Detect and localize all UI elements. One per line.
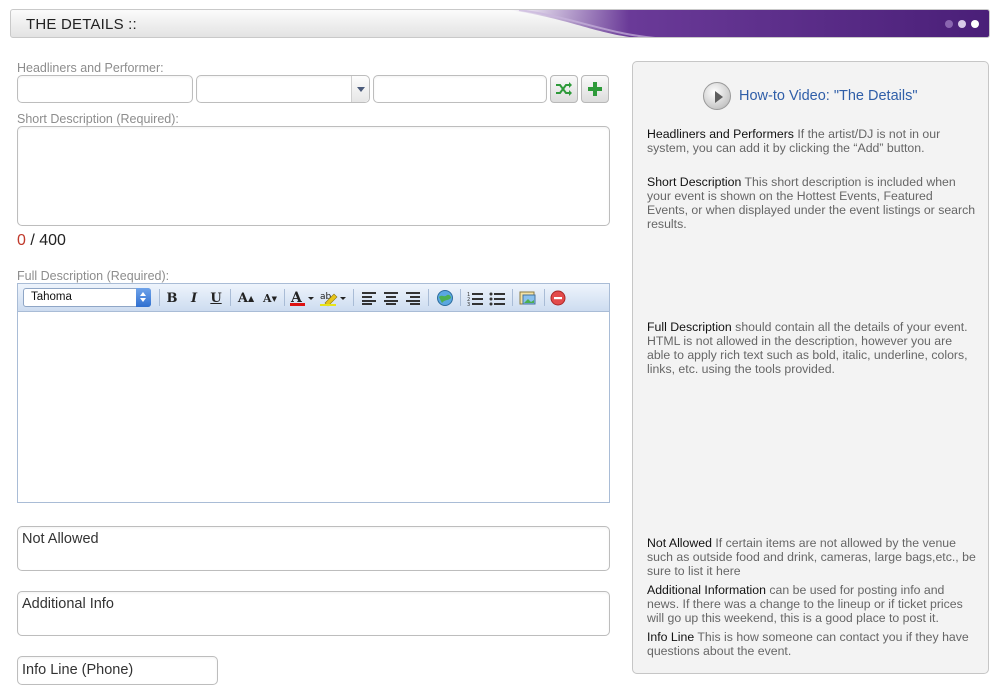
dot-indicator	[971, 20, 979, 28]
not-allowed-placeholder: Not Allowed	[22, 531, 99, 547]
counter-current: 0	[17, 232, 26, 249]
font-family-value: Tahoma	[31, 291, 72, 303]
counter-max: 400	[39, 232, 66, 249]
full-description-textarea[interactable]	[18, 312, 609, 502]
play-icon	[703, 82, 731, 110]
highlight-icon[interactable]: ab	[319, 289, 347, 307]
help-term: Short Description	[647, 175, 742, 189]
additional-info-textarea[interactable]: Additional Info	[17, 591, 610, 636]
help-headliners: Headliners and Performers If the artist/…	[647, 127, 977, 155]
help-term: Not Allowed	[647, 536, 712, 550]
counter-separator: /	[25, 232, 40, 249]
shuffle-button[interactable]	[550, 75, 578, 103]
select-spinner-icon	[136, 288, 151, 307]
full-description-label: Full Description (Required):	[17, 269, 170, 283]
ordered-list-icon[interactable]: 123	[466, 289, 484, 307]
additional-info-placeholder: Additional Info	[22, 596, 114, 612]
help-term: Full Description	[647, 320, 732, 334]
short-description-textarea[interactable]	[17, 126, 610, 226]
shuffle-icon	[556, 82, 572, 96]
how-to-video-link[interactable]: How-to Video: "The Details"	[703, 82, 917, 110]
image-icon[interactable]	[518, 289, 538, 307]
italic-icon[interactable]: I	[185, 289, 203, 307]
help-term: Additional Information	[647, 583, 766, 597]
section-header: THE DETAILS ::	[10, 9, 990, 38]
help-text: This is how someone can contact you if t…	[647, 630, 969, 658]
font-size-increase-icon[interactable]: A ▲	[236, 289, 256, 307]
section-title: THE DETAILS ::	[26, 16, 137, 33]
performer-select[interactable]	[196, 75, 370, 103]
rich-text-editor: Tahoma B I U A ▲ A ▼ A ab 1 2 3	[17, 283, 610, 503]
help-panel: How-to Video: "The Details" Headliners a…	[632, 61, 989, 674]
help-additional-info: Additional Information can be used for p…	[647, 583, 977, 625]
help-short-description: Short Description This short description…	[647, 175, 977, 231]
font-size-decrease-icon[interactable]: A ▼	[260, 289, 280, 307]
remove-format-icon[interactable]	[549, 289, 567, 307]
editor-toolbar: Tahoma B I U A ▲ A ▼ A ab 1 2 3	[18, 284, 609, 312]
help-info-line: Info Line This is how someone can contac…	[647, 630, 977, 658]
dot-indicator	[958, 20, 966, 28]
headliners-label: Headliners and Performer:	[17, 61, 164, 75]
add-performer-button[interactable]	[581, 75, 609, 103]
chevron-down-icon	[351, 76, 369, 102]
unordered-list-icon[interactable]	[488, 289, 506, 307]
align-right-icon[interactable]	[404, 289, 422, 307]
dot-indicator	[945, 20, 953, 28]
help-full-description: Full Description should contain all the …	[647, 320, 977, 376]
font-family-select[interactable]: Tahoma	[23, 288, 151, 307]
header-swoosh-decoration	[509, 10, 989, 37]
underline-icon[interactable]: U	[207, 289, 225, 307]
character-counter: 0 / 400	[17, 232, 66, 250]
text-color-icon[interactable]: A	[289, 289, 315, 307]
info-line-input[interactable]: Info Line (Phone)	[17, 656, 218, 685]
bold-icon[interactable]: B	[163, 289, 181, 307]
link-icon[interactable]	[435, 289, 455, 307]
info-line-placeholder: Info Line (Phone)	[22, 662, 134, 678]
align-center-icon[interactable]	[382, 289, 400, 307]
not-allowed-textarea[interactable]: Not Allowed	[17, 526, 610, 571]
align-left-icon[interactable]	[360, 289, 378, 307]
performer-search-input[interactable]	[373, 75, 547, 103]
svg-text:3: 3	[467, 302, 470, 306]
headliner-name-input[interactable]	[17, 75, 193, 103]
help-term: Info Line	[647, 630, 695, 644]
header-dots	[945, 20, 979, 28]
help-term: Headliners and Performers	[647, 127, 794, 141]
plus-icon	[588, 82, 602, 96]
how-to-video-text: How-to Video: "The Details"	[739, 88, 918, 104]
short-description-label: Short Description (Required):	[17, 112, 179, 126]
help-not-allowed: Not Allowed If certain items are not all…	[647, 536, 977, 578]
